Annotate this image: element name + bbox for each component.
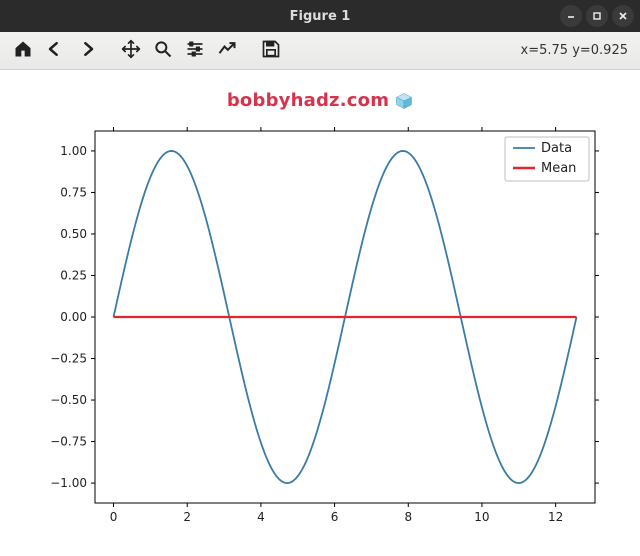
axes-edit-button[interactable]: [212, 36, 242, 66]
window-controls: [560, 5, 634, 27]
zoom-button[interactable]: [148, 36, 178, 66]
legend-entry: Data: [541, 141, 572, 156]
watermark-text: bobbyhadz.com: [227, 90, 389, 111]
home-button[interactable]: [8, 36, 38, 66]
cursor-coordinates: x=5.75 y=0.925: [521, 43, 632, 58]
forward-button[interactable]: [72, 36, 102, 66]
arrow-left-icon: [45, 39, 65, 63]
y-tick-label: −0.75: [50, 435, 87, 449]
y-tick-label: −0.50: [50, 393, 87, 407]
x-tick-label: 0: [110, 510, 118, 524]
x-tick-label: 2: [183, 510, 191, 524]
line-chart-icon: [217, 39, 237, 63]
back-button[interactable]: [40, 36, 70, 66]
pan-button[interactable]: [116, 36, 146, 66]
y-tick-label: 0.50: [60, 227, 87, 241]
titlebar: Figure 1: [0, 0, 640, 32]
sliders-icon: [185, 39, 205, 63]
figure-watermark: bobbyhadz.com: [0, 70, 640, 111]
x-tick-label: 6: [331, 510, 339, 524]
y-tick-label: 0.25: [60, 268, 87, 282]
maximize-button[interactable]: [586, 5, 608, 27]
y-tick-label: 1.00: [60, 144, 87, 158]
x-tick-label: 12: [548, 510, 563, 524]
magnifier-icon: [153, 39, 173, 63]
home-icon: [13, 39, 33, 63]
y-tick-label: −0.25: [50, 352, 87, 366]
save-icon: [261, 39, 281, 63]
subplots-button[interactable]: [180, 36, 210, 66]
window-title: Figure 1: [290, 9, 351, 24]
figure-area: bobbyhadz.com −1.00 −0.75 −0.50 −0.25 0.00 0.…: [0, 70, 640, 556]
line-chart: −1.00 −0.75 −0.50 −0.25 0.00 0.25 0.50 0.75 1.00…: [25, 119, 615, 539]
minimize-button[interactable]: [560, 5, 582, 27]
x-tick-label: 4: [257, 510, 265, 524]
close-button[interactable]: [612, 5, 634, 27]
arrow-right-icon: [77, 39, 97, 63]
move-icon: [121, 39, 141, 63]
y-tick-label: 0.00: [60, 310, 87, 324]
x-tick-label: 10: [474, 510, 489, 524]
legend-entry: Mean: [541, 161, 576, 176]
x-tick-label: 8: [404, 510, 412, 524]
save-button[interactable]: [256, 36, 286, 66]
toolbar: x=5.75 y=0.925: [0, 32, 640, 70]
y-tick-label: −1.00: [50, 476, 87, 490]
y-tick-label: 0.75: [60, 185, 87, 199]
cube-icon: [395, 92, 413, 110]
plot-area[interactable]: −1.00 −0.75 −0.50 −0.25 0.00 0.25 0.50 0.75 1.00…: [25, 119, 615, 539]
